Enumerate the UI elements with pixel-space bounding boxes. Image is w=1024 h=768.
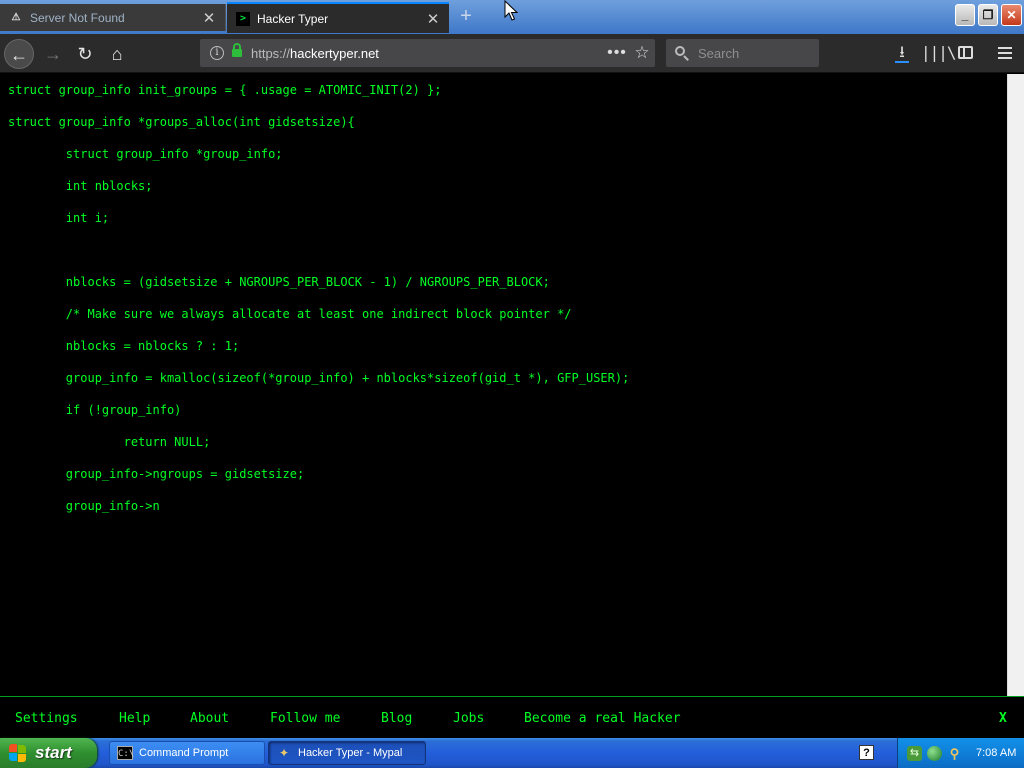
code-line: struct group_info init_groups = { .usage… bbox=[8, 83, 442, 97]
footer-link-blog[interactable]: Blog bbox=[381, 711, 412, 726]
reload-button[interactable]: ↻ bbox=[70, 39, 100, 69]
windows-taskbar: start C:\ Command Prompt ✦ Hacker Typer … bbox=[0, 738, 1024, 768]
code-line: int i; bbox=[8, 211, 110, 225]
downloads-icon[interactable]: ⭳ bbox=[889, 41, 915, 65]
hacker-typer-console[interactable]: struct group_info init_groups = { .usage… bbox=[0, 74, 1007, 696]
system-tray: ⇆ o ⚲ 7:08 AM bbox=[897, 738, 1024, 768]
page-actions-icon[interactable]: ••• bbox=[605, 44, 629, 62]
bookmark-star-icon[interactable]: ☆ bbox=[629, 43, 655, 63]
forward-button[interactable]: → bbox=[38, 39, 68, 69]
windows-logo-icon bbox=[9, 744, 29, 762]
footer-link-help[interactable]: Help bbox=[119, 711, 150, 726]
window-minimize-button[interactable]: _ bbox=[955, 4, 975, 26]
hamburger-menu-icon[interactable] bbox=[992, 41, 1018, 65]
clock[interactable]: 7:08 AM bbox=[976, 747, 1016, 759]
url-host: hackertyper.net bbox=[290, 45, 379, 61]
window-close-button[interactable]: ✕ bbox=[1001, 4, 1022, 26]
command-prompt-icon: C:\ bbox=[117, 746, 134, 760]
code-line: int nblocks; bbox=[8, 179, 153, 193]
arrow-left-icon: ← bbox=[10, 45, 28, 65]
tab-title: Server Not Found bbox=[30, 10, 125, 25]
arrow-right-icon: → bbox=[44, 44, 62, 64]
tab-server-not-found[interactable]: ⚠ Server Not Found ✕ bbox=[0, 4, 226, 31]
code-line: if (!group_info) bbox=[8, 403, 182, 417]
footer-link-settings[interactable]: Settings bbox=[15, 711, 78, 726]
tab-title: Hacker Typer bbox=[257, 11, 329, 26]
code-line: group_info->ngroups = gidsetsize; bbox=[8, 467, 305, 481]
vertical-scrollbar[interactable] bbox=[1007, 74, 1024, 696]
browser-app-icon: ✦ bbox=[278, 746, 290, 760]
library-icon[interactable]: |||\ bbox=[921, 41, 957, 65]
footer-close-button[interactable]: X bbox=[999, 711, 1007, 726]
navigation-toolbar: ← → ↻ ⌂ i https://hackertyper.net ••• ☆ … bbox=[0, 34, 1024, 73]
close-tab-icon[interactable]: ✕ bbox=[423, 10, 443, 28]
globe-icon[interactable]: o bbox=[927, 745, 942, 761]
footer-link-follow-me[interactable]: Follow me bbox=[270, 711, 340, 726]
taskbar-button-browser[interactable]: ✦ Hacker Typer - Mypal bbox=[268, 741, 426, 765]
code-line: nblocks = (gidsetsize + NGROUPS_PER_BLOC… bbox=[8, 275, 550, 289]
search-bar[interactable] bbox=[666, 39, 819, 67]
start-button[interactable]: start bbox=[0, 738, 97, 768]
tab-hacker-typer[interactable]: > Hacker Typer ✕ bbox=[227, 2, 449, 33]
reload-icon: ↻ bbox=[77, 44, 93, 64]
sidebar-icon[interactable] bbox=[953, 41, 979, 65]
code-line: struct group_info *group_info; bbox=[8, 147, 283, 161]
footer-link-jobs[interactable]: Jobs bbox=[453, 711, 484, 726]
code-line: /* Make sure we always allocate at least… bbox=[8, 307, 572, 321]
site-info-icon[interactable]: i bbox=[210, 46, 224, 60]
back-button[interactable]: ← bbox=[4, 39, 34, 69]
address-bar[interactable]: i https://hackertyper.net ••• ☆ bbox=[200, 39, 655, 67]
url-protocol: https:// bbox=[251, 45, 291, 61]
taskbar-button-command-prompt[interactable]: C:\ Command Prompt bbox=[109, 741, 265, 765]
home-button[interactable]: ⌂ bbox=[102, 39, 132, 69]
mouse-cursor-icon bbox=[504, 0, 518, 21]
code-line: struct group_info *groups_alloc(int gids… bbox=[8, 115, 355, 129]
task-label: Command Prompt bbox=[139, 747, 229, 759]
footer-link-become-hacker[interactable]: Become a real Hacker bbox=[524, 711, 681, 726]
code-output: struct group_info init_groups = { .usage… bbox=[8, 82, 629, 530]
code-line: return NULL; bbox=[8, 435, 211, 449]
code-line: nblocks = nblocks ? : 1; bbox=[8, 339, 240, 353]
help-icon[interactable]: ? bbox=[859, 745, 874, 760]
url-text[interactable]: https://hackertyper.net bbox=[251, 46, 605, 61]
start-label: start bbox=[35, 743, 72, 762]
task-label: Hacker Typer - Mypal bbox=[298, 747, 403, 759]
home-icon: ⌂ bbox=[111, 44, 123, 64]
window-restore-button[interactable]: ❐ bbox=[978, 4, 998, 26]
warning-icon: ⚠ bbox=[11, 12, 21, 23]
close-tab-icon[interactable]: ✕ bbox=[199, 9, 219, 27]
magnifier-icon[interactable]: ⚲ bbox=[947, 746, 962, 761]
footer-menu: Settings Help About Follow me Blog Jobs … bbox=[0, 696, 1024, 738]
search-input[interactable] bbox=[698, 45, 818, 61]
lock-icon bbox=[232, 43, 242, 59]
search-icon bbox=[675, 46, 689, 61]
code-line: group_info = kmalloc(sizeof(*group_info)… bbox=[8, 371, 630, 385]
terminal-favicon-icon: > bbox=[236, 11, 250, 26]
footer-link-about[interactable]: About bbox=[190, 711, 229, 726]
network-icon[interactable]: ⇆ bbox=[907, 745, 922, 761]
new-tab-button[interactable]: + bbox=[455, 6, 477, 28]
code-line: group_info->n bbox=[8, 499, 160, 513]
